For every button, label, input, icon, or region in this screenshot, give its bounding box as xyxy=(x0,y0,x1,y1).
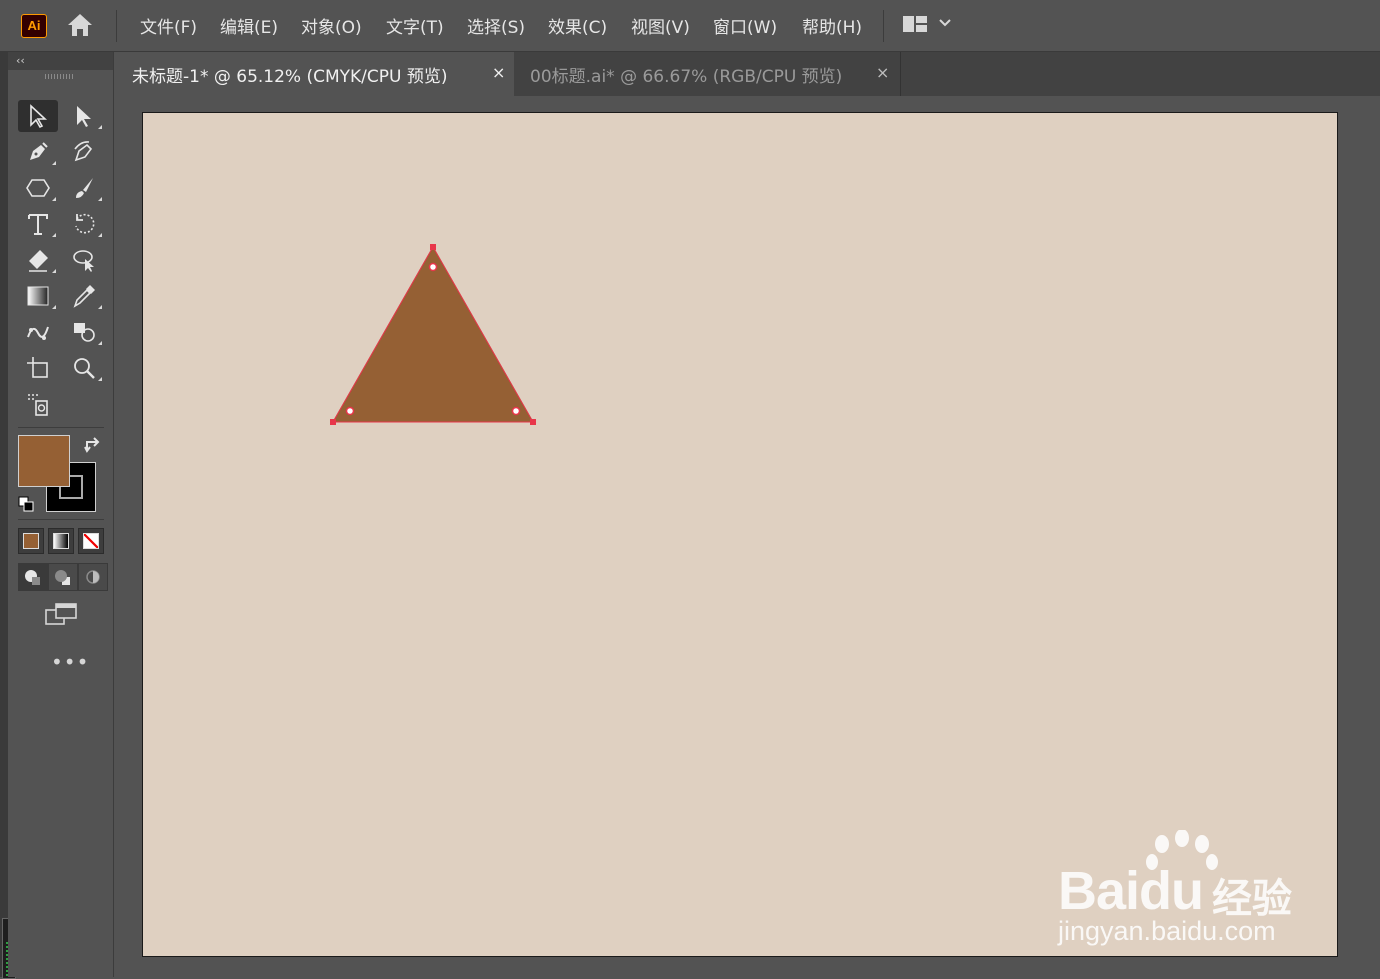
blend-tool[interactable] xyxy=(18,316,58,348)
lasso-icon xyxy=(73,250,94,272)
corner-widget-top[interactable] xyxy=(428,262,438,272)
close-icon[interactable]: × xyxy=(876,63,889,82)
close-icon[interactable]: × xyxy=(492,63,505,82)
gradient-mode-button[interactable] xyxy=(48,528,74,554)
app-logo: Ai xyxy=(21,14,47,38)
tab-label: 未标题-1* @ 65.12% (CMYK/CPU 预览) xyxy=(132,67,448,87)
document-tab[interactable]: 00标题.ai* @ 66.67% (RGB/CPU 预览) × xyxy=(516,52,901,96)
panel-header: ‹‹ xyxy=(8,52,113,70)
watermark-url: jingyan.baidu.com xyxy=(1058,916,1276,946)
triangle-fill[interactable] xyxy=(332,245,534,423)
screen-mode-icon[interactable] xyxy=(44,602,80,628)
curvature-tool[interactable] xyxy=(64,136,104,168)
draw-behind-icon xyxy=(55,570,70,585)
swap-fill-stroke-icon[interactable] xyxy=(83,436,103,456)
corner-widget-right[interactable] xyxy=(511,406,521,416)
left-edge-strip xyxy=(0,52,8,977)
zoom-magnifier-icon xyxy=(74,358,95,379)
document-tab-active[interactable]: 未标题-1* @ 65.12% (CMYK/CPU 预览) × xyxy=(118,52,514,96)
tool-group-indicator xyxy=(98,377,102,381)
tool-group-indicator xyxy=(52,161,56,165)
curvature-pen-icon xyxy=(74,141,93,162)
selection-arrow-icon xyxy=(30,104,48,129)
home-icon[interactable] xyxy=(66,12,94,38)
tool-group-indicator xyxy=(98,197,102,201)
panel-divider xyxy=(18,427,104,428)
panel-divider xyxy=(18,519,104,520)
type-t-icon xyxy=(28,214,48,235)
tool-group-indicator xyxy=(98,305,102,309)
menu-view[interactable]: 视图(V) xyxy=(631,13,690,38)
watermark-brand: Baidu xyxy=(1058,861,1204,921)
shape-tool[interactable] xyxy=(18,172,58,204)
menu-divider xyxy=(883,10,884,42)
menu-select[interactable]: 选择(S) xyxy=(467,13,525,38)
menu-window[interactable]: 窗口(W) xyxy=(713,13,777,38)
draw-inside-icon xyxy=(86,570,100,584)
tool-group-indicator xyxy=(98,341,102,345)
eraser-tool[interactable] xyxy=(18,244,58,276)
artboard-icon xyxy=(27,357,48,378)
pen-icon xyxy=(30,142,48,160)
rotate-tool[interactable] xyxy=(64,208,104,240)
gradient-tool[interactable] xyxy=(18,280,58,312)
paintbrush-icon xyxy=(76,178,93,198)
anchor-point-right[interactable] xyxy=(530,419,536,425)
tool-group-indicator xyxy=(52,305,56,309)
workspace-layout-icon[interactable] xyxy=(902,15,928,33)
paintbrush-tool[interactable] xyxy=(64,172,104,204)
shape-builder-icon xyxy=(74,323,95,342)
eraser-icon xyxy=(29,250,48,272)
draw-behind-button[interactable] xyxy=(48,563,78,591)
default-fill-stroke-icon[interactable] xyxy=(18,496,34,512)
symbol-sprayer-icon xyxy=(28,394,48,416)
tool-group-indicator xyxy=(52,269,56,273)
tool-group-indicator xyxy=(98,125,102,129)
lasso-select-tool[interactable] xyxy=(64,244,104,276)
tab-label: 00标题.ai* @ 66.67% (RGB/CPU 预览) xyxy=(530,67,843,87)
zoom-tool[interactable] xyxy=(64,352,104,384)
shape-builder-tool[interactable] xyxy=(64,316,104,348)
draw-normal-button[interactable] xyxy=(18,563,48,591)
fill-color-swatch[interactable] xyxy=(18,435,70,487)
collapse-panel-icon[interactable]: ‹‹ xyxy=(16,54,25,67)
draw-inside-button[interactable] xyxy=(78,563,108,591)
draw-normal-icon xyxy=(25,570,40,585)
direct-selection-arrow-icon xyxy=(77,106,91,127)
menu-divider xyxy=(116,10,117,42)
menu-object[interactable]: 对象(O) xyxy=(301,13,362,38)
artboard-tool[interactable] xyxy=(18,352,58,384)
chevron-down-icon[interactable] xyxy=(938,18,952,28)
menu-help[interactable]: 帮助(H) xyxy=(802,13,862,38)
rotate-icon xyxy=(75,213,95,234)
menu-edit[interactable]: 编辑(E) xyxy=(220,13,278,38)
corner-widget-left[interactable] xyxy=(345,406,355,416)
menu-file[interactable]: 文件(F) xyxy=(140,13,197,38)
tool-group-indicator xyxy=(52,233,56,237)
panel-grip-handle[interactable] xyxy=(45,74,75,79)
symbol-sprayer-tool[interactable] xyxy=(18,388,58,420)
tool-group-indicator xyxy=(52,197,56,201)
menu-bar: Ai 文件(F) 编辑(E) 对象(O) 文字(T) 选择(S) 效果(C) 视… xyxy=(0,0,1380,52)
menu-effect[interactable]: 效果(C) xyxy=(548,13,607,38)
pen-tool[interactable] xyxy=(18,136,58,168)
document-tab-bar: 未标题-1* @ 65.12% (CMYK/CPU 预览) × 00标题.ai*… xyxy=(118,52,1380,96)
selection-tool[interactable] xyxy=(18,100,58,132)
eyedropper-tool[interactable] xyxy=(64,280,104,312)
hexagon-icon xyxy=(26,179,50,197)
tools-panel: ‹‹ ••• xyxy=(8,52,114,977)
type-tool[interactable] xyxy=(18,208,58,240)
eyedropper-icon xyxy=(73,285,95,308)
anchor-point-left[interactable] xyxy=(330,419,336,425)
more-tools-icon[interactable]: ••• xyxy=(51,650,89,674)
tool-group-indicator xyxy=(98,233,102,237)
none-mode-button[interactable] xyxy=(78,528,104,554)
gradient-icon xyxy=(27,286,49,306)
color-mode-button[interactable] xyxy=(18,528,44,554)
menu-type[interactable]: 文字(T) xyxy=(386,13,444,38)
anchor-point-top[interactable] xyxy=(430,244,436,250)
puppet-warp-icon xyxy=(27,326,49,340)
baidu-jingyan-watermark: Baidu 经验 jingyan.baidu.com xyxy=(1050,830,1320,950)
direct-selection-tool[interactable] xyxy=(64,100,104,132)
